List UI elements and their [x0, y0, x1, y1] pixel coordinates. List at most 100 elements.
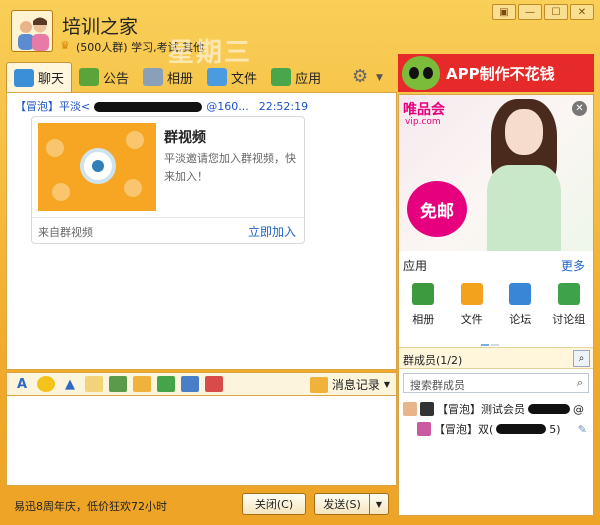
screenshot-icon[interactable] — [181, 376, 199, 392]
redaction-bar — [94, 102, 203, 112]
tab-apps[interactable]: 应用 — [264, 63, 328, 91]
card-footer: 来自群视频 立即加入 — [32, 217, 304, 244]
group-avatar[interactable] — [11, 10, 53, 52]
message-history-button[interactable]: 消息记录 ▼ — [309, 376, 390, 393]
app-forum[interactable]: 论坛 — [498, 283, 542, 327]
ad-banner-text: APP制作不花钱 — [446, 64, 555, 83]
tab-bar: 聊天 公告 相册 文件 应用 — [6, 62, 328, 92]
tab-album[interactable]: 相册 — [136, 63, 200, 91]
tab-files[interactable]: 文件 — [200, 63, 264, 91]
tab-label: 文件 — [231, 71, 258, 87]
app-album[interactable]: 相册 — [401, 283, 445, 327]
window-controls: ▣ — ☐ ✕ — [492, 4, 594, 20]
member-item[interactable]: 【冒泡】测试会员 @ — [403, 401, 584, 417]
member-tail: @ — [573, 402, 584, 416]
group-video-card[interactable]: 群视频 平淡邀请您加入群视频，快来加入！ 来自群视频 立即加入 — [31, 116, 305, 244]
member-item[interactable]: 【冒泡】双( 5) — [417, 421, 561, 437]
site-watermark: www.cfan.com.cn — [495, 505, 592, 518]
history-icon — [309, 376, 328, 393]
folder-icon — [207, 68, 228, 86]
apps-more-link[interactable]: 更多 — [561, 257, 585, 274]
crown-icon: ♛ — [60, 39, 70, 52]
app-label: 讨论组 — [552, 313, 586, 326]
apps-grid: 相册 文件 论坛 讨论组 — [399, 283, 593, 327]
chat-history-panel[interactable]: 【冒泡】平淡< @160... 22:52:19 群视频 平淡邀请您加入群视频，快来… — [6, 92, 397, 370]
card-title: 群视频 — [164, 130, 206, 146]
sender-tail: @160... — [206, 100, 249, 113]
tab-announcement[interactable]: 公告 — [72, 63, 136, 91]
edit-icon[interactable]: ✎ — [578, 423, 587, 436]
close-icon[interactable]: ✕ — [572, 101, 587, 116]
gift-icon[interactable] — [205, 376, 223, 392]
message-time: 22:52:19 — [258, 100, 309, 113]
card-source: 来自群视频 — [38, 226, 93, 239]
app-label: 相册 — [412, 313, 435, 326]
input-toolbar: A ▲ 消息记录 ▼ — [6, 372, 397, 396]
side-ad[interactable]: 唯品会 vip.com 免邮 ✕ — [399, 95, 593, 251]
ad-brand: 唯品会 — [403, 102, 445, 118]
image-icon[interactable] — [109, 376, 127, 392]
search-placeholder: 搜索群成员 — [410, 379, 465, 392]
history-label: 消息记录 — [331, 378, 380, 392]
send-options-button[interactable]: ▼ — [369, 493, 389, 515]
apps-icon — [271, 68, 292, 86]
member-tail: 5) — [549, 422, 561, 436]
message-input[interactable] — [6, 396, 397, 486]
discussion-icon — [557, 283, 580, 305]
close-button[interactable]: 关闭(C) — [242, 493, 306, 515]
font-icon[interactable]: A — [13, 376, 31, 392]
app-discussion[interactable]: 讨论组 — [547, 283, 591, 327]
album-icon — [412, 283, 435, 305]
redaction-bar — [528, 404, 570, 414]
forum-icon — [509, 283, 532, 305]
video-card-image — [38, 123, 156, 211]
tab-label: 聊天 — [38, 72, 65, 87]
photo-icon — [143, 68, 164, 86]
apps-section-title: 应用 — [403, 259, 428, 273]
app-label: 文件 — [460, 313, 483, 326]
music-icon[interactable] — [157, 376, 175, 392]
avatar — [420, 402, 434, 416]
alien-logo-icon — [402, 56, 440, 90]
gear-icon[interactable]: ⚙ — [352, 66, 368, 87]
tab-label: 相册 — [167, 71, 194, 87]
member-name: 【冒泡】测试会员 — [437, 403, 525, 416]
search-icon[interactable]: ⌕ — [573, 350, 590, 367]
members-title: 群成员(1/2) — [403, 354, 463, 367]
member-name: 【冒泡】双( — [434, 423, 494, 436]
tab-chat[interactable]: 聊天 — [6, 62, 73, 92]
tab-label: 应用 — [295, 71, 322, 87]
apps-pager[interactable] — [481, 335, 511, 346]
ad-brand-url: vip.com — [405, 117, 441, 127]
megaphone-icon — [79, 68, 100, 86]
sender-name: 【冒泡】平淡< — [15, 100, 91, 113]
app-label: 论坛 — [509, 313, 532, 326]
ad-banner[interactable]: APP制作不花钱 — [398, 54, 594, 92]
emoji-icon[interactable] — [37, 376, 55, 392]
doodle-icon[interactable] — [85, 376, 103, 392]
close-window-button[interactable]: ✕ — [570, 4, 594, 20]
chevron-down-icon: ▼ — [375, 499, 383, 509]
free-shipping-badge: 免邮 — [407, 181, 467, 237]
message-header: 【冒泡】平淡< @160... 22:52:19 — [15, 98, 308, 114]
chat-window: ♛ 培训之家 (500人群) 学习,考试,其他 星期三 ▣ — ☐ ✕ 聊天 公… — [0, 0, 600, 525]
chevron-down-icon[interactable]: ▼ — [376, 73, 383, 83]
avatar — [403, 402, 417, 416]
maximize-button[interactable]: ☐ — [544, 4, 568, 20]
right-panel: 唯品会 vip.com 免邮 ✕ 应用 更多 相册 文件 论坛 讨论组 群成员(… — [398, 94, 594, 516]
promo-link[interactable]: 易迅8周年庆，低价狂欢72小时 — [14, 498, 167, 514]
minimize-button[interactable]: — — [518, 4, 542, 20]
members-header: 群成员(1/2) ⌕ — [399, 347, 593, 369]
member-search-input[interactable]: 搜索群成员 ⌕ — [403, 373, 589, 393]
chevron-down-icon: ▼ — [383, 380, 390, 389]
search-icon: ⌕ — [576, 376, 583, 389]
shake-icon[interactable]: ▲ — [61, 376, 79, 392]
app-file[interactable]: 文件 — [450, 283, 494, 327]
skin-button[interactable]: ▣ — [492, 4, 516, 20]
window-title: 培训之家 — [62, 16, 139, 38]
avatar — [417, 422, 431, 436]
join-now-link[interactable]: 立即加入 — [248, 223, 296, 240]
file-icon — [460, 283, 483, 305]
document-icon[interactable] — [133, 376, 151, 392]
send-button[interactable]: 发送(S) — [314, 493, 370, 515]
